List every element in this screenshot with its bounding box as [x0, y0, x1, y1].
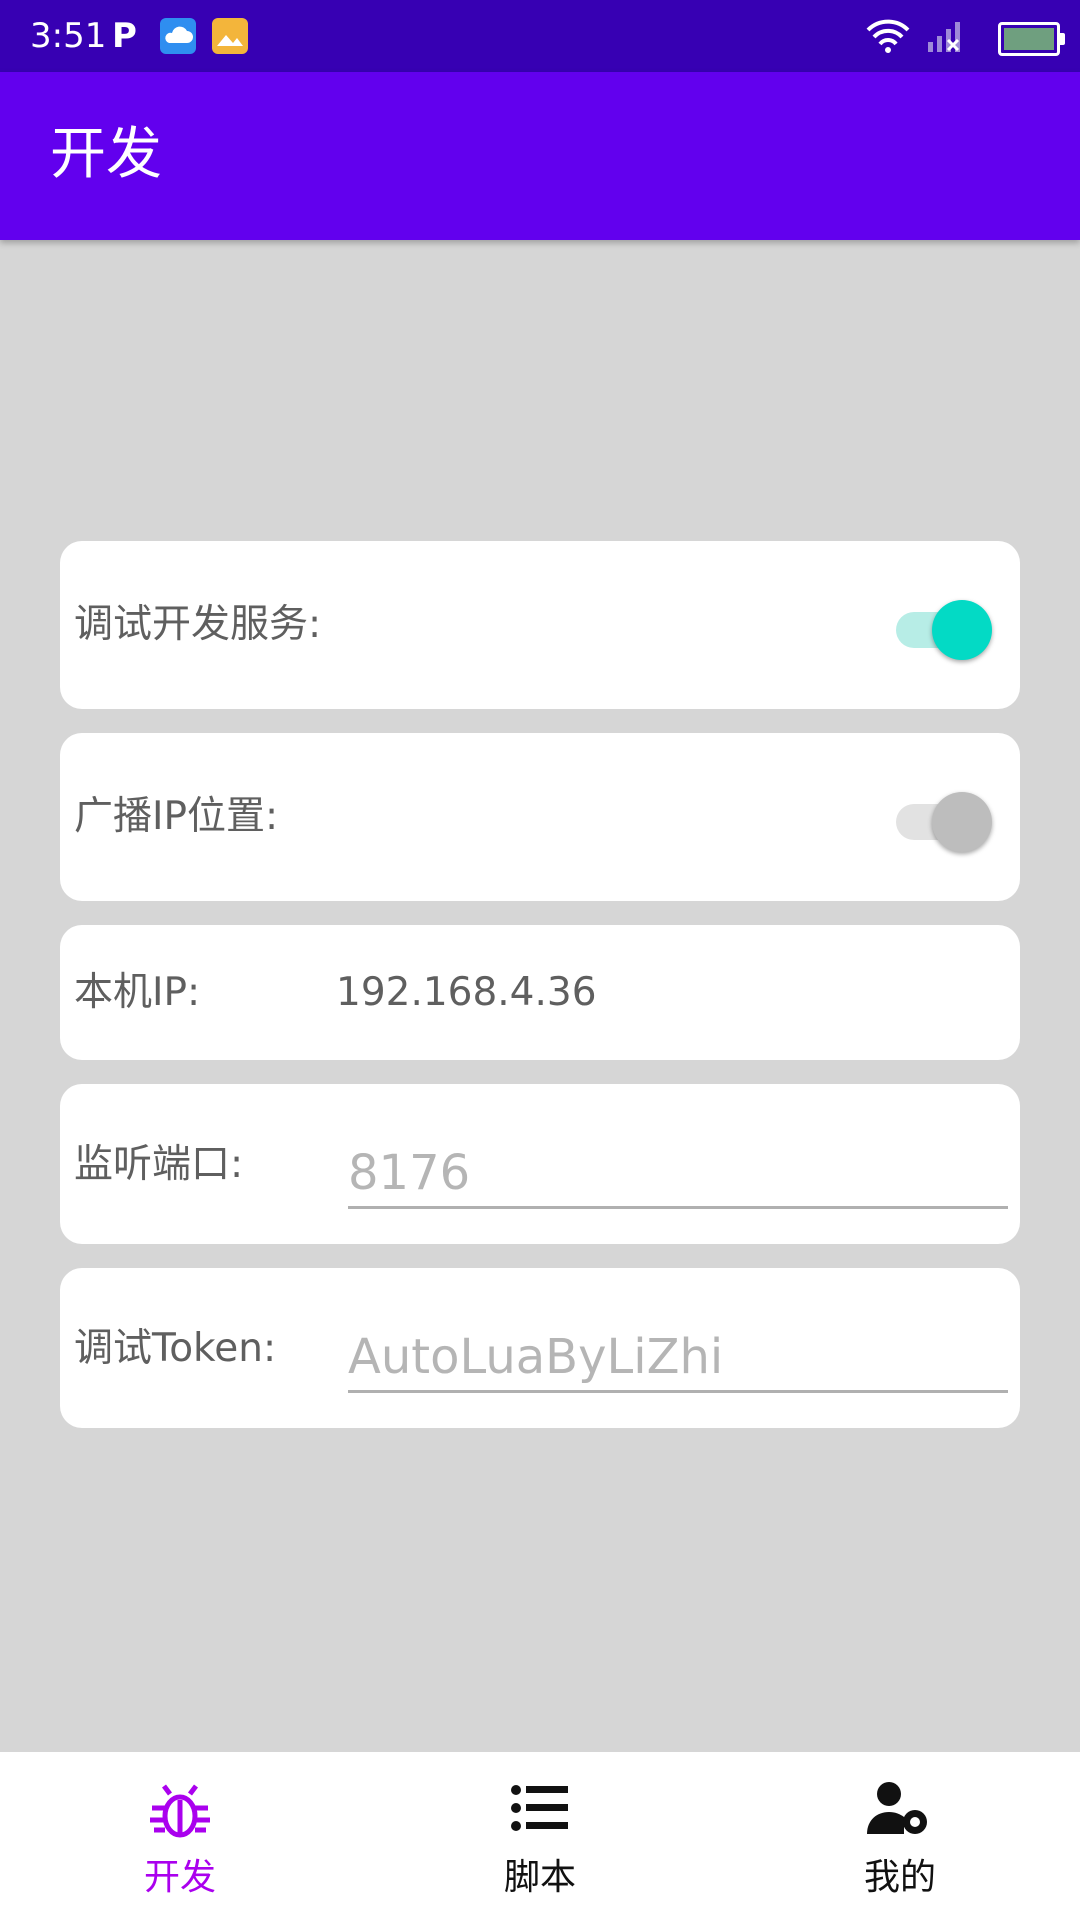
- user-settings-icon: [867, 1782, 927, 1834]
- nav-label-scripts: 脚本: [503, 1857, 576, 1898]
- debug-token-label: 调试Token:: [74, 1326, 277, 1371]
- status-time: 3:51: [30, 16, 107, 56]
- listen-port-label: 监听端口:: [74, 1142, 244, 1187]
- p-notification-icon: P: [112, 16, 137, 56]
- nav-label-develop: 开发: [143, 1857, 216, 1898]
- debug-service-label: 调试开发服务:: [74, 602, 322, 647]
- listen-port-input[interactable]: [348, 1140, 1008, 1209]
- debug-token-card: 调试Token:: [60, 1268, 1020, 1428]
- app-bar: 开发: [0, 72, 1080, 240]
- bottom-navigation: 开发 脚本 我的: [0, 1752, 1080, 1920]
- listen-port-card: 监听端口:: [60, 1084, 1020, 1244]
- wifi-icon: [866, 19, 910, 53]
- broadcast-ip-toggle[interactable]: [896, 785, 992, 852]
- nav-label-mine: 我的: [863, 1857, 936, 1898]
- nav-item-scripts[interactable]: 脚本: [360, 1752, 720, 1920]
- nav-item-mine[interactable]: 我的: [720, 1752, 1080, 1920]
- local-ip-label: 本机IP:: [74, 970, 201, 1015]
- broadcast-ip-label: 广播IP位置:: [74, 794, 279, 839]
- list-icon: [511, 1785, 568, 1831]
- debug-service-toggle[interactable]: [896, 593, 992, 660]
- local-ip-value: 192.168.4.36: [336, 970, 597, 1015]
- debug-service-card: 调试开发服务:: [60, 541, 1020, 709]
- bug-icon: [150, 1784, 210, 1838]
- signal-icon: [928, 22, 960, 52]
- status-bar: 3:51 P: [0, 0, 1080, 72]
- nav-item-develop[interactable]: 开发: [0, 1752, 360, 1920]
- local-ip-card: 本机IP: 192.168.4.36: [60, 925, 1020, 1060]
- broadcast-ip-card: 广播IP位置:: [60, 733, 1020, 901]
- gallery-app-icon: [212, 18, 248, 54]
- cloud-app-icon: [160, 18, 196, 54]
- battery-icon: [998, 22, 1065, 56]
- page-title: 开发: [50, 122, 162, 187]
- debug-token-input[interactable]: [348, 1324, 1008, 1393]
